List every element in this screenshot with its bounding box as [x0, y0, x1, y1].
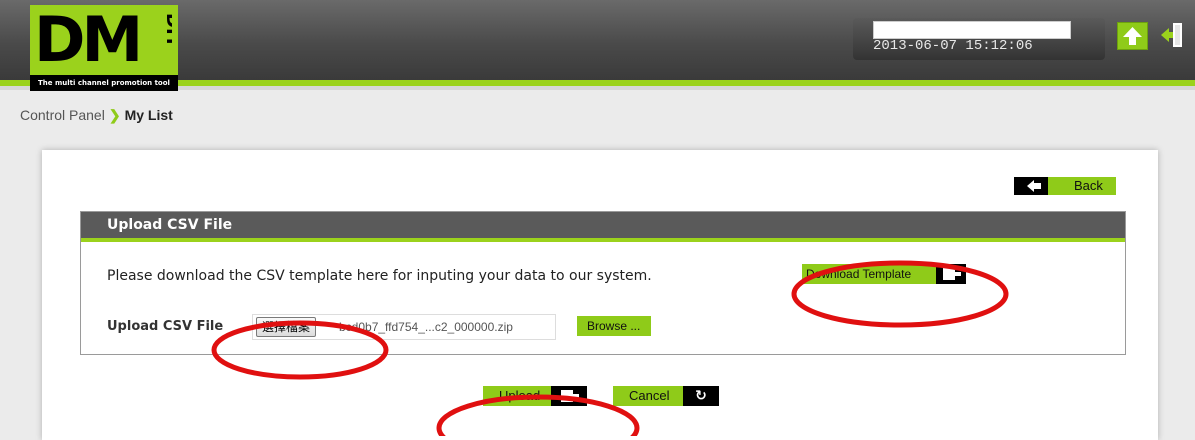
up-arrow-icon — [1123, 27, 1142, 45]
breadcrumb-current: My List — [124, 107, 173, 123]
refresh-icon: ↻ — [683, 386, 719, 406]
upload-button-label: Upload — [499, 388, 541, 403]
upload-button[interactable]: Upload — [483, 386, 587, 406]
breadcrumb: Control Panel ❯ My List — [20, 107, 173, 124]
logout-button[interactable] — [1158, 20, 1186, 50]
current-datetime: 2013-06-07 15:12:06 — [873, 38, 1033, 54]
cancel-button[interactable]: Cancel ↻ — [613, 386, 719, 406]
download-template-label: Download Template — [806, 267, 912, 281]
upload-shortcut-button[interactable] — [1117, 22, 1148, 50]
back-button[interactable]: Back — [1014, 177, 1116, 195]
svg-text:DIY: DIY — [162, 13, 172, 49]
left-arrow-icon — [1026, 178, 1042, 198]
form-title-accent — [81, 238, 1125, 242]
logo-diy-mark: DIY — [162, 13, 172, 49]
user-status-box: 2013-06-07 15:12:06 — [853, 18, 1105, 60]
logo-text: DM — [34, 3, 143, 76]
username-field — [873, 21, 1071, 39]
breadcrumb-control-panel[interactable]: Control Panel — [20, 107, 105, 123]
choose-file-button[interactable]: 選擇檔案 — [256, 317, 317, 337]
back-button-label: Back — [1048, 177, 1116, 195]
download-instruction: Please download the CSV template here fo… — [107, 268, 652, 284]
dm-diy-logo[interactable]: DM DIY The multi channel promotion tool — [30, 5, 178, 91]
form-title: Upload CSV File — [81, 212, 1125, 238]
upload-csv-label: Upload CSV File — [107, 319, 224, 334]
download-template-button[interactable]: Download Template — [802, 264, 966, 284]
csv-file-input[interactable]: 選擇檔案 bcd0b7_ffd754_...c2_000000.zip — [252, 314, 556, 340]
header-divider — [0, 86, 1195, 90]
breadcrumb-separator-icon: ❯ — [108, 107, 121, 123]
document-icon — [551, 386, 587, 406]
cancel-button-label: Cancel — [629, 388, 670, 403]
selected-file-name: bcd0b7_ffd754_...c2_000000.zip — [339, 320, 513, 334]
logo-tagline: The multi channel promotion tool — [30, 75, 178, 91]
upload-csv-form: Upload CSV File Please download the CSV … — [80, 211, 1126, 355]
browse-button[interactable]: Browse ... — [577, 316, 651, 336]
logout-icon — [1161, 23, 1182, 47]
document-icon — [936, 264, 966, 284]
